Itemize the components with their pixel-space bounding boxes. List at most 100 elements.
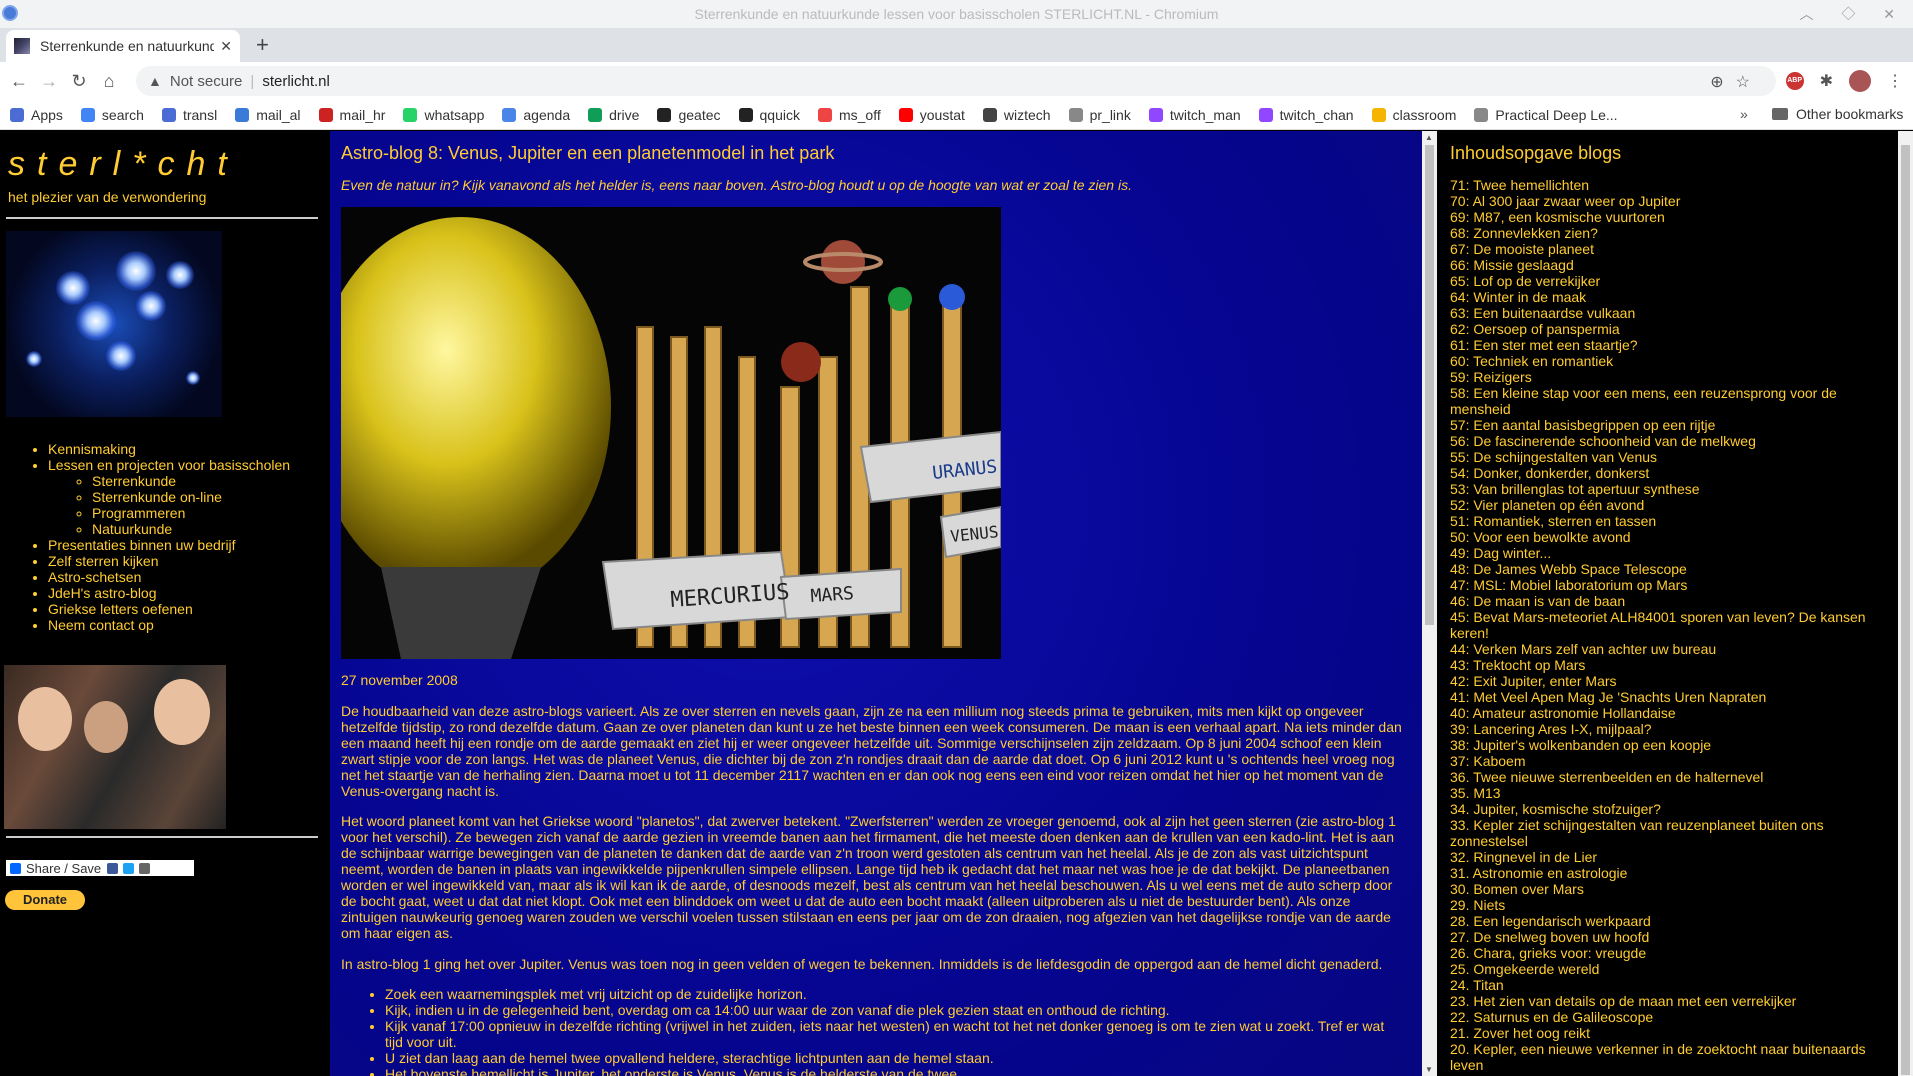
toc-item[interactable]: 22. Saturnus en de Galileoscope [1450, 1009, 1890, 1025]
bookmark-twitch-chan[interactable]: twitch_chan [1258, 107, 1354, 123]
bookmark-mail-hr[interactable]: mail_hr [318, 107, 385, 123]
toc-item[interactable]: 62: Oersoep of panspermia [1450, 321, 1890, 337]
toc-item[interactable]: 39: Lancering Ares I-X, mijlpaal? [1450, 721, 1890, 737]
bookmark-drive[interactable]: drive [588, 107, 639, 123]
page-scrollbar[interactable] [1898, 131, 1913, 1076]
forward-share-icon[interactable] [139, 862, 151, 874]
bookmarks-overflow-icon[interactable]: » [1740, 106, 1748, 122]
toc-item[interactable]: 30. Bomen over Mars [1450, 881, 1890, 897]
tab-active[interactable]: Sterrenkunde en natuurkunde ✕ [6, 30, 240, 62]
toc-item[interactable]: 27. De snelweg boven uw hoofd [1450, 929, 1890, 945]
toc-item[interactable]: 38: Jupiter's wolkenbanden op een koopje [1450, 737, 1890, 753]
donate-button[interactable]: Donate [5, 890, 85, 910]
bookmark-geatec[interactable]: geatec [657, 107, 721, 123]
profile-avatar[interactable] [1849, 70, 1871, 92]
bookmark-qquick[interactable]: qquick [738, 107, 800, 123]
toc-item[interactable]: 64: Winter in de maak [1450, 289, 1890, 305]
toc-item[interactable]: 31. Astronomie en astrologie [1450, 865, 1890, 881]
nav-astro-blog[interactable]: JdeH's astro-blog [48, 585, 157, 601]
adblock-icon[interactable]: ABP [1785, 72, 1804, 90]
menu-icon[interactable]: ⋮ [1887, 71, 1903, 91]
toc-item[interactable]: 23. Het zien van details op de maan met … [1450, 993, 1890, 1009]
new-tab-button[interactable]: + [256, 32, 269, 58]
toc-item[interactable]: 51: Romantiek, sterren en tassen [1450, 513, 1890, 529]
toc-item[interactable]: 33. Kepler ziet schijngestalten van reuz… [1450, 817, 1890, 849]
toc-item[interactable]: 67: De mooiste planeet [1450, 241, 1890, 257]
toc-item[interactable]: 34. Jupiter, kosmische stofzuiger? [1450, 801, 1890, 817]
bookmark-search[interactable]: search [80, 107, 144, 123]
window-controls[interactable]: ︿ ◇ ✕ [1799, 4, 1907, 24]
toc-item[interactable]: 24. Titan [1450, 977, 1890, 993]
bookmark-classroom[interactable]: classroom [1371, 107, 1456, 123]
scroll-thumb[interactable] [1425, 145, 1434, 625]
bookmark-mail-al[interactable]: mail_al [235, 107, 301, 123]
toc-item[interactable]: 20. Kepler, een nieuwe verkenner in de z… [1450, 1041, 1890, 1073]
scroll-down-icon[interactable]: ▼ [1425, 1065, 1433, 1074]
toc-item[interactable]: 47: MSL: Mobiel laboratorium op Mars [1450, 577, 1890, 593]
toc-item[interactable]: 71: Twee hemellichten [1450, 177, 1890, 193]
toc-item[interactable]: 58: Een kleine stap voor een mens, een r… [1450, 385, 1890, 417]
scroll-thumb[interactable] [1901, 145, 1910, 1075]
toc-item[interactable]: 21. Zover het oog reikt [1450, 1025, 1890, 1041]
bookmark-whatsapp[interactable]: whatsapp [403, 107, 484, 123]
scroll-up-icon[interactable]: ▲ [1425, 133, 1433, 142]
zoom-star-icons[interactable]: ⊕☆ [1710, 72, 1762, 92]
toc-item[interactable]: 69: M87, een kosmische vuurtoren [1450, 209, 1890, 225]
bookmark-youstat[interactable]: youstat [898, 107, 965, 123]
reload-icon[interactable]: ↻ [64, 71, 94, 92]
toc-item[interactable]: 41: Met Veel Apen Mag Je 'Snachts Uren N… [1450, 689, 1890, 705]
toc-item[interactable]: 61: Een ster met een staartje? [1450, 337, 1890, 353]
toc-item[interactable]: 49: Dag winter... [1450, 545, 1890, 561]
toc-item[interactable]: 42: Exit Jupiter, enter Mars [1450, 673, 1890, 689]
nav-sub-programmeren[interactable]: Programmeren [92, 505, 185, 521]
article-scrollbar[interactable]: ▲ ▼ [1422, 131, 1437, 1076]
toc-item[interactable]: 55: De schijngestalten van Venus [1450, 449, 1890, 465]
url-text[interactable]: sterlicht.nl [262, 73, 330, 90]
close-tab-icon[interactable]: ✕ [220, 38, 232, 55]
forward-icon[interactable]: → [34, 71, 64, 92]
toc-item[interactable]: 70: Al 300 jaar zwaar weer op Jupiter [1450, 193, 1890, 209]
nav-lessen[interactable]: Lessen en projecten voor basisscholen [48, 457, 290, 473]
toc-item[interactable]: 26. Chara, grieks voor: vreugde [1450, 945, 1890, 961]
bookmark-ms-off[interactable]: ms_off [817, 107, 881, 123]
nav-kennismaking[interactable]: Kennismaking [48, 441, 136, 457]
toc-item[interactable]: 40: Amateur astronomie Hollandaise [1450, 705, 1890, 721]
toc-item[interactable]: 28. Een legendarisch werkpaard [1450, 913, 1890, 929]
toc-item[interactable]: 35. M13 [1450, 785, 1890, 801]
toc-item[interactable]: 45: Bevat Mars-meteoriet ALH84001 sporen… [1450, 609, 1890, 641]
toc-item[interactable]: 56: De fascinerende schoonheid van de me… [1450, 433, 1890, 449]
bookmark-transl[interactable]: transl [161, 107, 217, 123]
toc-item[interactable]: 36. Twee nieuwe sterrenbeelden en de hal… [1450, 769, 1890, 785]
toc-item[interactable]: 68: Zonnevlekken zien? [1450, 225, 1890, 241]
toc-item[interactable]: 59: Reizigers [1450, 369, 1890, 385]
nav-sub-online[interactable]: Sterrenkunde on-line [92, 489, 222, 505]
site-logo[interactable]: sterl*cht [8, 145, 239, 184]
other-bookmarks[interactable]: Other bookmarks [1772, 106, 1903, 122]
toc-item[interactable]: 48: De James Webb Space Telescope [1450, 561, 1890, 577]
toc-item[interactable]: 65: Lof op de verrekijker [1450, 273, 1890, 289]
back-icon[interactable]: ← [4, 71, 34, 92]
nav-sub-sterrenkunde[interactable]: Sterrenkunde [92, 473, 176, 489]
bookmark-apps[interactable]: Apps [10, 107, 63, 123]
share-save-button[interactable]: Share / Save [6, 860, 194, 876]
toc-item[interactable]: 50: Voor een bewolkte avond [1450, 529, 1890, 545]
extensions-icon[interactable]: ✱ [1820, 71, 1833, 91]
nav-zelf-sterren[interactable]: Zelf sterren kijken [48, 553, 158, 569]
toc-item[interactable]: 29. Niets [1450, 897, 1890, 913]
toc-item[interactable]: 54: Donker, donkerder, donkerst [1450, 465, 1890, 481]
twitter-icon[interactable] [123, 862, 135, 874]
bookmark-twitch-man[interactable]: twitch_man [1148, 107, 1241, 123]
nav-presentaties[interactable]: Presentaties binnen uw bedrijf [48, 537, 236, 553]
toc-item[interactable]: 32. Ringnevel in de Lier [1450, 849, 1890, 865]
nav-sub-natuurkunde[interactable]: Natuurkunde [92, 521, 172, 537]
toc-item[interactable]: 53: Van brillenglas tot apertuur synthes… [1450, 481, 1890, 497]
facebook-icon[interactable] [107, 862, 119, 874]
toc-item[interactable]: 44: Verken Mars zelf van achter uw burea… [1450, 641, 1890, 657]
nav-griekse-letters[interactable]: Griekse letters oefenen [48, 601, 193, 617]
toc-item[interactable]: 66: Missie geslaagd [1450, 257, 1890, 273]
toc-item[interactable]: 63: Een buitenaardse vulkaan [1450, 305, 1890, 321]
bookmark-agenda[interactable]: agenda [502, 107, 570, 123]
nav-contact[interactable]: Neem contact op [48, 617, 154, 633]
bookmark-wiztech[interactable]: wiztech [982, 107, 1051, 123]
toc-item[interactable]: 46: De maan is van de baan [1450, 593, 1890, 609]
